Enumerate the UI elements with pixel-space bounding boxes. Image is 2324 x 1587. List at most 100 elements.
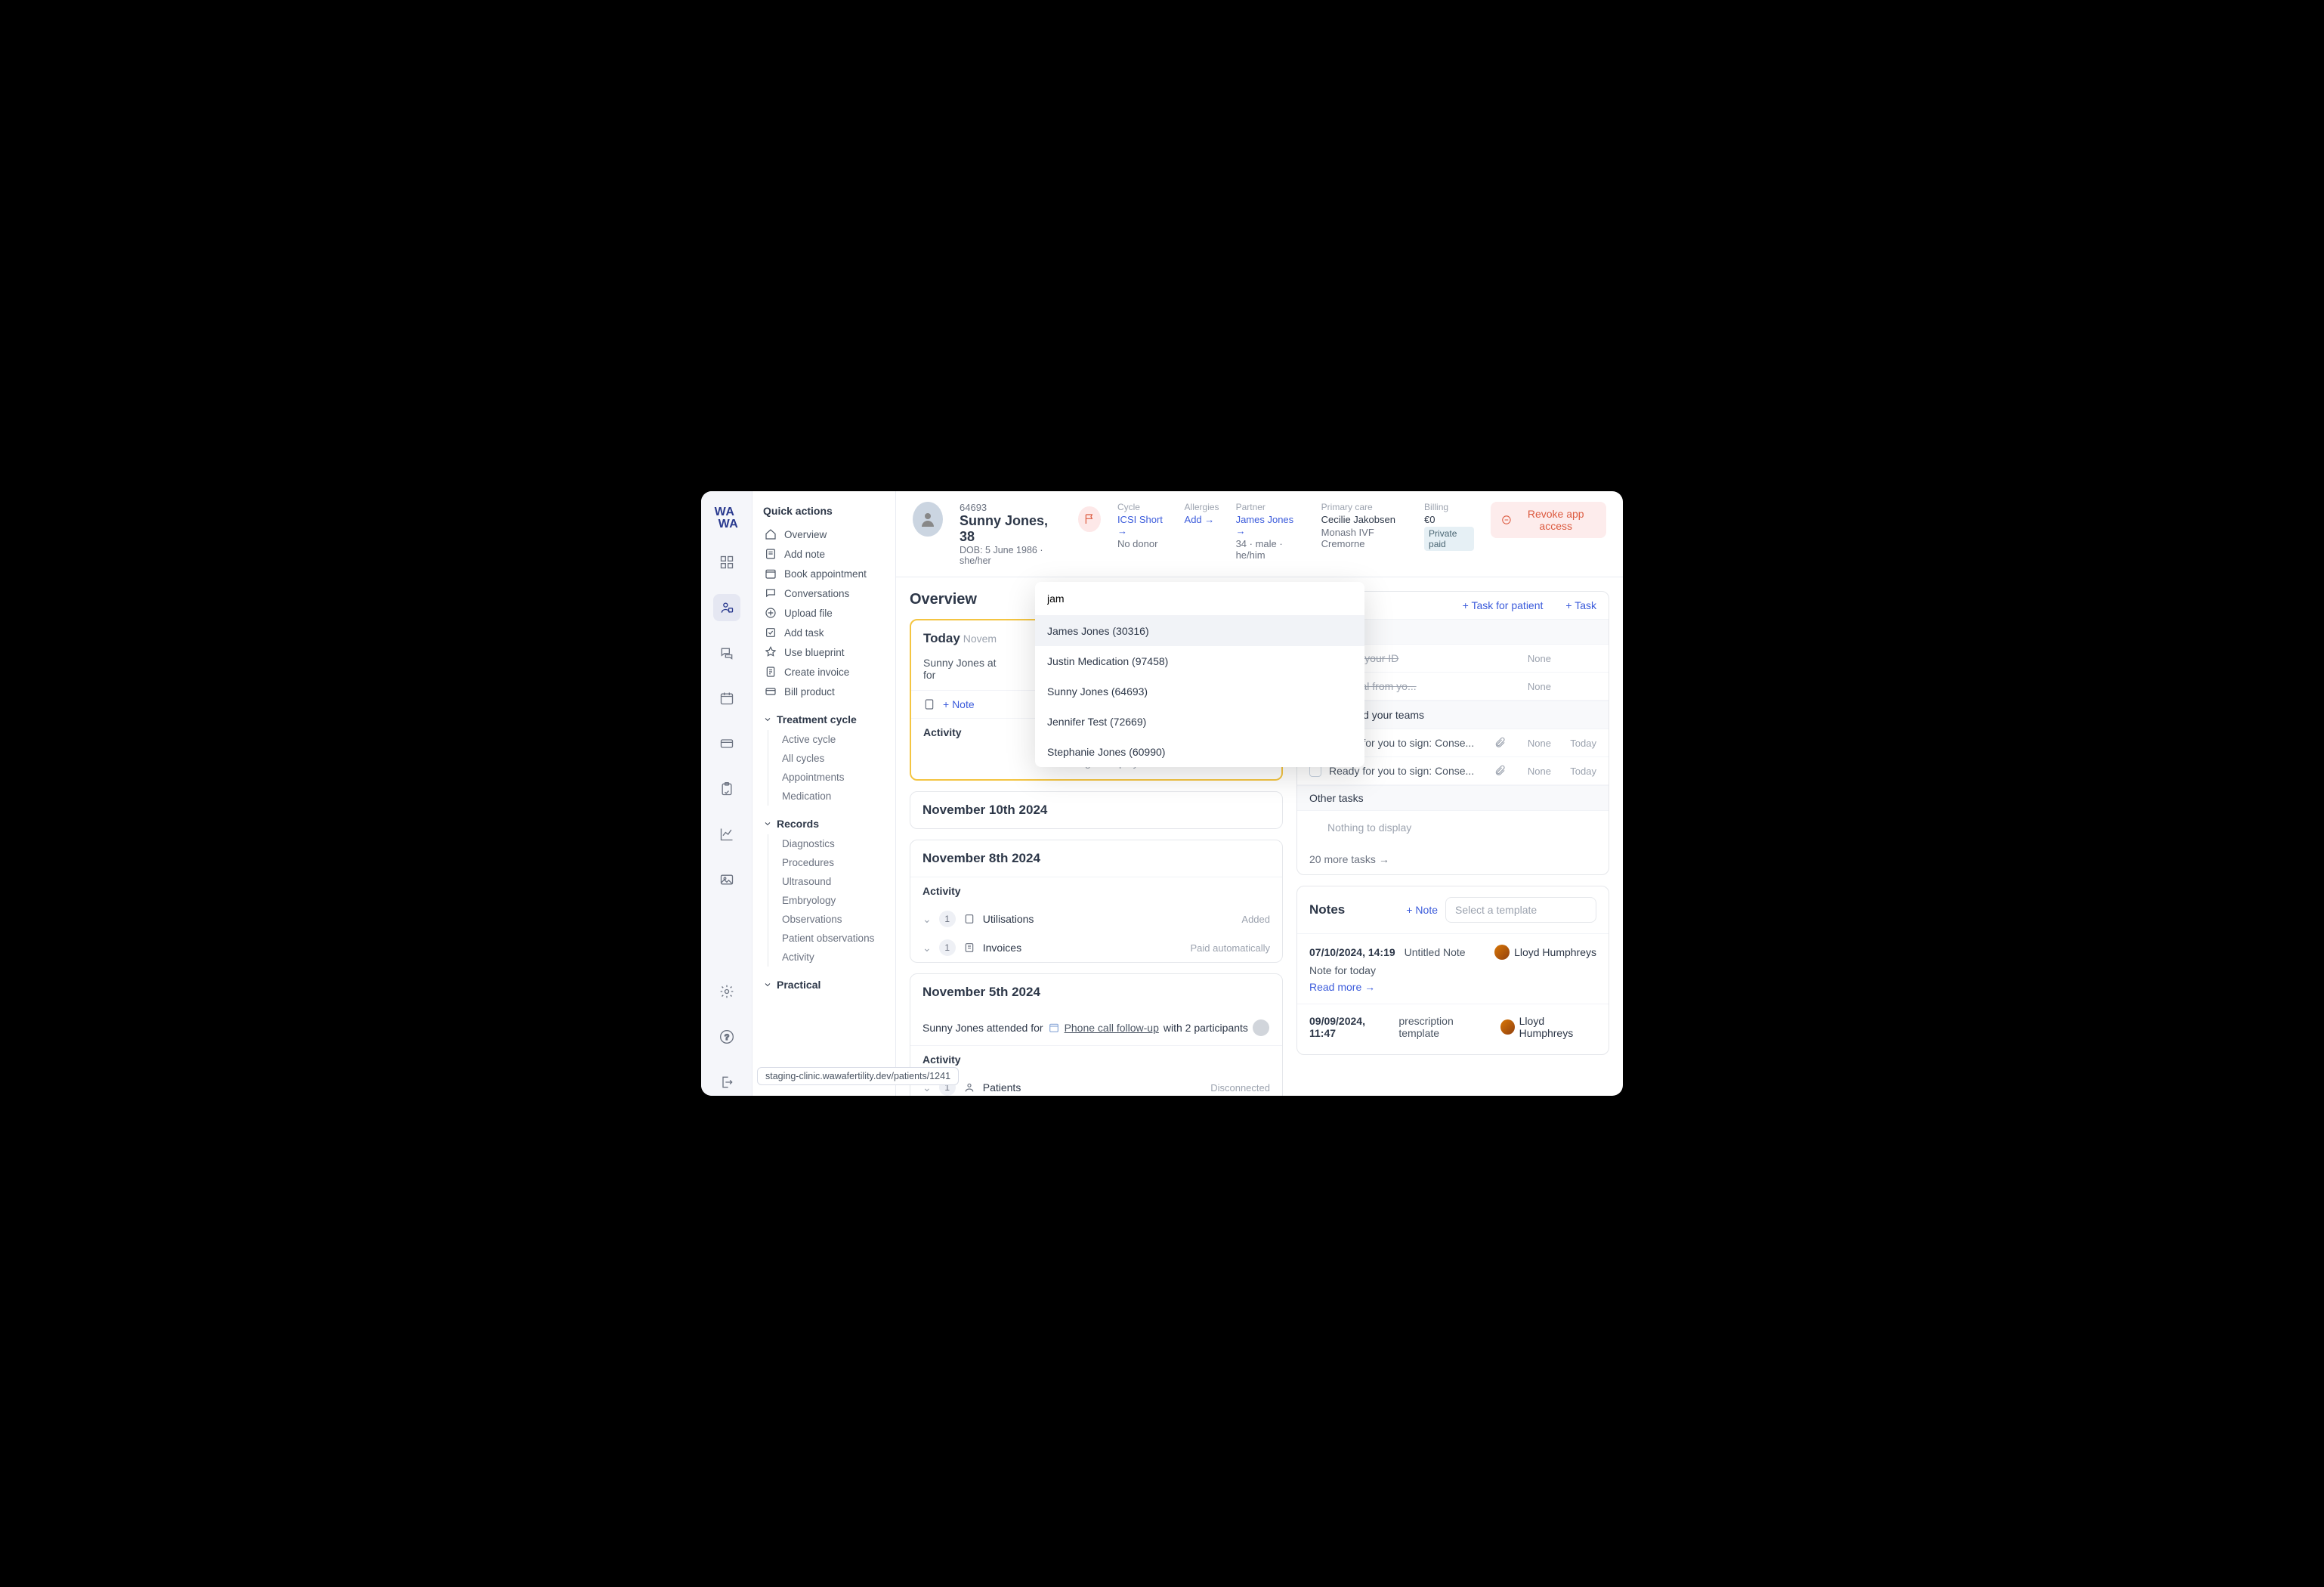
patient-icon [963,1081,975,1094]
sub-ultrasound[interactable]: Ultrasound [768,872,885,891]
add-note-link[interactable]: + Note [943,698,975,710]
attend-suffix: with 2 participants [1164,1022,1248,1034]
sub-patient-observations[interactable]: Patient observations [768,929,885,948]
search-result[interactable]: James Jones (30316) [1035,616,1364,646]
qa-add-note[interactable]: Add note [763,544,885,564]
attend-link[interactable]: Phone call follow-up [1065,1022,1159,1034]
nav-settings-icon[interactable] [713,978,740,1005]
patient-header: 64693 Sunny Jones, 38 DOB: 5 June 1986 ·… [896,491,1623,577]
qa-upload-file[interactable]: Upload file [763,603,885,623]
notes-title: Notes [1309,902,1345,917]
app-window: WA WA ? Quick actions Overview Add note … [701,491,1623,1096]
search-result[interactable]: Jennifer Test (72669) [1035,707,1364,737]
sub-embryology[interactable]: Embryology [768,891,885,910]
search-input[interactable] [1035,582,1364,616]
today-sub: Novem [963,633,997,645]
nav-dashboard-icon[interactable] [713,549,740,576]
patient-avatar[interactable] [913,502,943,537]
sub-procedures[interactable]: Procedures [768,853,885,872]
nov5-title: November 5th 2024 [922,985,1040,999]
billing-pill: Private paid [1424,527,1474,551]
nav-clipboard-icon[interactable] [713,775,740,803]
search-result[interactable]: Stephanie Jones (60990) [1035,737,1364,767]
logo: WA WA [715,506,739,531]
add-note[interactable]: + Note [1406,904,1438,916]
quick-actions-title: Quick actions [763,505,885,517]
section-records[interactable]: Records [763,818,885,830]
nov8-row-utilisations[interactable]: ⌄ 1 Utilisations Added [910,905,1282,933]
primary-name: Cecilie Jakobsen [1321,514,1408,525]
qa-bill-product[interactable]: Bill product [763,682,885,701]
notes-panel: Notes + Note Select a template 07/10/202… [1296,886,1609,1055]
cycle-link[interactable]: ICSI Short → [1117,514,1168,537]
add-task-patient[interactable]: + Task for patient [1463,599,1544,611]
partner-link[interactable]: James Jones → [1236,514,1305,537]
note-icon [923,698,935,710]
section-practical[interactable]: Practical [763,979,885,991]
billing-value: €0 [1424,514,1474,525]
today-title: Today [923,631,960,645]
url-tooltip: staging-clinic.wawafertility.dev/patient… [757,1067,959,1085]
nav-patients-icon[interactable] [713,594,740,621]
search-result[interactable]: Sunny Jones (64693) [1035,676,1364,707]
more-tasks-link[interactable]: 20 more tasks → [1297,844,1609,874]
primary-clinic: Monash IVF Cremorne [1321,527,1408,549]
sub-activity[interactable]: Activity [768,948,885,967]
sub-appointments[interactable]: Appointments [768,768,885,787]
day-card-nov8: November 8th 2024 Activity ⌄ 1 Utilisati… [910,840,1283,963]
qa-create-invoice[interactable]: Create invoice [763,662,885,682]
qa-use-blueprint[interactable]: Use blueprint [763,642,885,662]
note-item[interactable]: 09/09/2024, 11:47 prescription template … [1297,1004,1609,1054]
add-task[interactable]: + Task [1565,599,1596,611]
sub-diagnostics[interactable]: Diagnostics [768,834,885,853]
revoke-access-button[interactable]: Revoke app access [1491,502,1606,538]
qa-book-appointment[interactable]: Book appointment [763,564,885,583]
search-popup: James Jones (30316) Justin Medication (9… [1035,582,1364,767]
partner-meta: 34 · male · he/him [1236,538,1305,561]
nav-calendar-icon[interactable] [713,685,740,712]
partner-label: Partner [1236,502,1305,512]
nov8-row-invoices[interactable]: ⌄ 1 Invoices Paid automatically [910,933,1282,962]
qa-add-task[interactable]: Add task [763,623,885,642]
svg-text:?: ? [724,1033,729,1042]
allergies-add[interactable]: Add → [1185,514,1219,525]
author-avatar [1500,1019,1515,1035]
day-card-nov5: November 5th 2024 Sunny Jones attended f… [910,973,1283,1096]
chevron-down-icon[interactable]: ⌄ [922,942,932,954]
nav-chat-icon[interactable] [713,639,740,667]
note-item[interactable]: 07/10/2024, 14:19 Untitled Note Lloyd Hu… [1297,933,1609,1004]
read-more-link[interactable]: Read more → [1309,981,1596,993]
author-avatar [1494,945,1510,960]
sub-active-cycle[interactable]: Active cycle [768,730,885,749]
qa-overview[interactable]: Overview [763,524,885,544]
attachment-icon [1494,737,1506,749]
icon-sidebar: WA WA ? [701,491,753,1096]
chevron-down-icon[interactable]: ⌄ [922,913,932,926]
nav-card-icon[interactable] [713,730,740,757]
utilisation-icon [963,913,975,925]
primary-label: Primary care [1321,502,1408,512]
flag-button[interactable] [1078,506,1101,532]
search-result[interactable]: Justin Medication (97458) [1035,646,1364,676]
section-treatment-cycle[interactable]: Treatment cycle [763,713,885,725]
sub-medication[interactable]: Medication [768,787,885,806]
tasks-empty: Nothing to display [1297,811,1609,844]
attend-prefix: Sunny Jones attended for [922,1022,1043,1034]
qa-conversations[interactable]: Conversations [763,583,885,603]
nav-help-icon[interactable]: ? [713,1023,740,1050]
sub-all-cycles[interactable]: All cycles [768,749,885,768]
cycle-donor: No donor [1117,538,1168,549]
template-select[interactable]: Select a template [1445,897,1596,923]
calendar-small-icon [1048,1022,1060,1034]
attachment-icon [1494,765,1506,777]
sub-observations[interactable]: Observations [768,910,885,929]
nav-logout-icon[interactable] [713,1069,740,1096]
nov5-row-patients[interactable]: ⌄ 1 Patients Disconnected [910,1073,1282,1096]
participant-avatar [1253,1019,1269,1036]
allergies-label: Allergies [1185,502,1219,512]
quick-actions-sidebar: Quick actions Overview Add note Book app… [753,491,896,1096]
nav-analytics-icon[interactable] [713,821,740,848]
invoice-icon [963,942,975,954]
day-card-nov10: November 10th 2024 [910,791,1283,829]
nav-image-icon[interactable] [713,866,740,893]
